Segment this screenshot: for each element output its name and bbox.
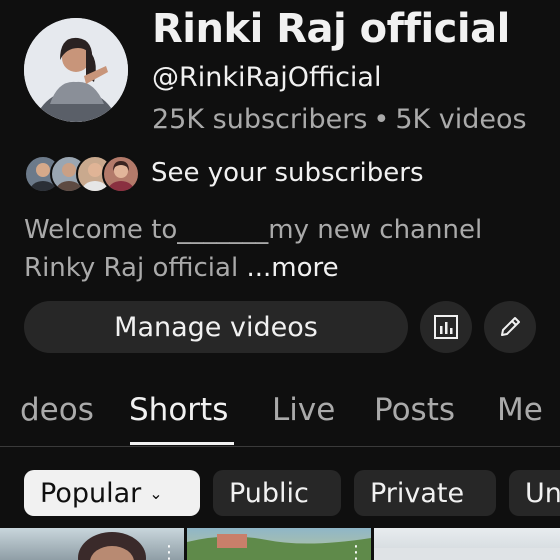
filter-chip-private[interactable]: Private [354,470,496,516]
tab-posts[interactable]: Posts [374,392,455,428]
filter-chip-label: Un [525,477,560,509]
filter-chip-label: Private [370,477,465,509]
chevron-down-icon: ⌄ [149,483,163,503]
subscriber-avatars[interactable] [24,155,140,193]
channel-stats: 25K subscribers • 5K videos [152,104,527,135]
channel-avatar-image [24,18,128,122]
see-subscribers-link[interactable]: See your subscribers [151,158,424,188]
active-tab-indicator [130,442,234,445]
channel-tabs: deos Shorts Live Posts Me [0,386,560,447]
subscriber-avatar [102,155,140,193]
thumbnail-image [187,534,371,560]
thumbnail-image [78,532,146,560]
channel-handle: @RinkiRajOfficial [152,62,382,93]
channel-avatar[interactable] [24,18,128,122]
description-line-2-text: Rinky Raj official [24,253,247,283]
short-thumbnail[interactable]: ⋮ [0,528,184,560]
tab-live[interactable]: Live [272,392,335,428]
analytics-icon [434,315,458,339]
stats-separator: • [373,104,390,135]
analytics-button[interactable] [420,301,472,353]
short-thumbnail[interactable] [374,528,560,560]
more-options-icon[interactable]: ⋮ [347,542,365,560]
tab-shorts[interactable]: Shorts [129,392,228,428]
more-link[interactable]: ...more [246,253,338,283]
edit-channel-button[interactable] [484,301,536,353]
subscriber-count: 25K subscribers [152,104,368,135]
tab-membership[interactable]: Me [497,392,543,428]
filter-chip-unlisted[interactable]: Un [509,470,560,516]
thumbnail-image [374,548,560,560]
channel-name: Rinki Raj official [152,6,510,52]
manage-videos-button[interactable]: Manage videos [24,301,408,353]
description-line-2: Rinky Raj official ...more [24,249,544,287]
filter-chip-label: Popular [40,477,142,509]
video-count: 5K videos [395,104,527,135]
channel-description[interactable]: Welcome to_______my new channel Rinky Ra… [24,211,544,287]
filter-chip-public[interactable]: Public [213,470,341,516]
pencil-icon [501,317,520,336]
filter-chip-popular[interactable]: Popular ⌄ [24,470,200,516]
filter-chip-label: Public [229,477,309,509]
short-thumbnail[interactable]: ⋮ [187,528,371,560]
more-options-icon[interactable]: ⋮ [160,542,178,560]
tab-videos[interactable]: deos [20,392,94,428]
description-line-1: Welcome to_______my new channel [24,215,483,245]
